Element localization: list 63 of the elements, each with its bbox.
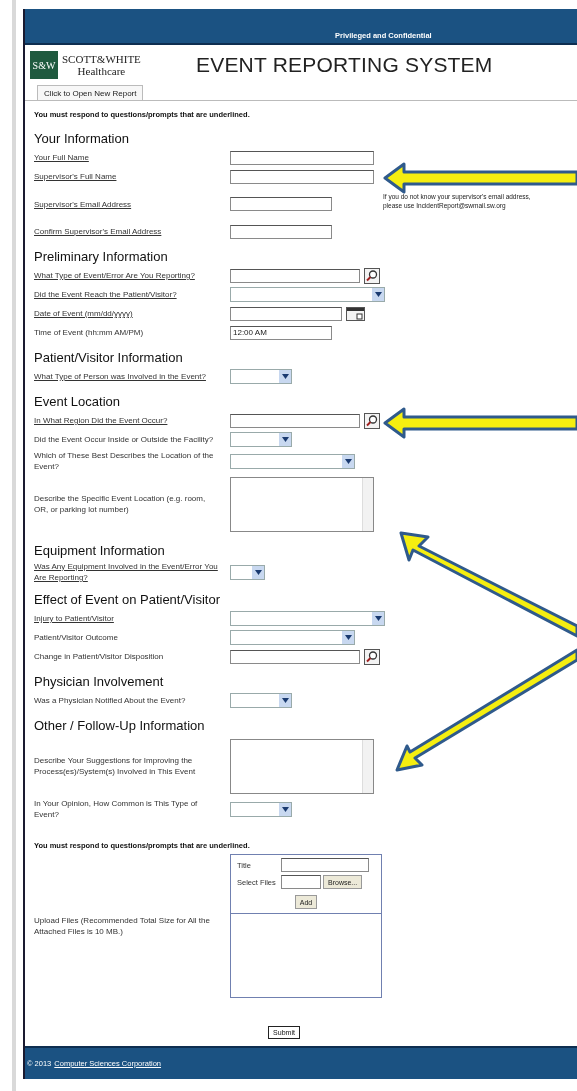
calendar-icon[interactable]: [346, 305, 365, 322]
section-heading: Equipment Information: [34, 543, 166, 558]
field-label: Describe Your Suggestions for Improving the Process(es)/System(s) Involved in This Event: [34, 755, 197, 778]
field-label: Upload Files (Recommended Total Size for All the Attached Files is 10 MB.): [34, 915, 211, 938]
input-field[interactable]: [230, 197, 332, 211]
field-label: Did the Event Occur Inside or Outside the Facility?: [34, 434, 215, 446]
date-field[interactable]: [230, 306, 342, 321]
field-label: Change in Patient/Visitor Disposition: [34, 651, 165, 663]
caret-icon: [279, 694, 291, 707]
field-label: Date of Event (mm/dd/yyyy): [34, 308, 134, 320]
input-field[interactable]: [230, 169, 374, 184]
section-heading: Event Location: [34, 394, 121, 409]
field-label: Confirm Supervisor's Email Address: [34, 226, 163, 238]
caret-icon: [279, 802, 291, 816]
field-label: Your Full Name: [34, 152, 90, 164]
field-label: Supervisor's Full Name: [34, 171, 118, 183]
input-field[interactable]: [230, 413, 360, 428]
field-label: Patient/Visitor Outcome: [34, 632, 119, 644]
search-icon[interactable]: [364, 412, 380, 429]
input-field[interactable]: [281, 858, 369, 872]
field-label: What Type of Person was Involved in the Event?: [34, 371, 207, 383]
page-title: EVENT REPORTING SYSTEM: [196, 53, 493, 77]
dropdown[interactable]: [230, 564, 265, 580]
field-label: In Your Opinion, How Common is This Type of Event?: [34, 798, 199, 821]
field-label: Describe the Specific Event Location (e.g. room, OR, or parking lot number): [34, 493, 207, 516]
field-label: Injury to Patient/Visitor: [34, 613, 115, 625]
section-heading: Other / Follow-Up Information: [34, 718, 206, 733]
field-label: Did the Event Reach the Patient/Visitor?: [34, 289, 178, 301]
section-heading: Your Information: [34, 131, 130, 146]
field-label: Supervisor's Email Address: [34, 198, 133, 211]
input-field[interactable]: [230, 224, 332, 239]
logo-subtitle: Healthcare: [77, 65, 126, 77]
caret-icon: [279, 370, 291, 383]
input-field[interactable]: [230, 150, 374, 165]
section-heading: Patient/Visitor Information: [34, 350, 184, 365]
input-field[interactable]: [281, 875, 321, 889]
field-label: Which of These Best Describes the Location of the Event?: [34, 450, 215, 473]
field-label: In What Region Did the Event Occur?: [34, 415, 169, 427]
input-field[interactable]: [230, 649, 360, 664]
text-area[interactable]: [230, 476, 374, 532]
caret-icon: [252, 565, 264, 579]
tab[interactable]: Click to Open New Report: [37, 85, 144, 100]
section-heading: Effect of Event on Patient/Visitor: [34, 592, 221, 607]
scrollbar[interactable]: [362, 739, 373, 793]
section-heading: Physician Involvement: [34, 674, 165, 689]
field-label: Was Any Equipment Involved in the Event/Error You Are Reporting?: [34, 561, 219, 584]
search-icon[interactable]: [364, 267, 380, 284]
field-label: Time of Event (hh:mm AM/PM): [34, 327, 145, 339]
caret-icon: [279, 433, 291, 446]
field-label: Was a Physician Notified About the Event?: [34, 695, 187, 707]
caret-icon: [372, 612, 384, 625]
field-label: What Type of Event/Error Are You Reporting?: [34, 270, 196, 282]
input-field[interactable]: [230, 268, 360, 283]
logo-mark: S&W: [30, 51, 58, 79]
scrollbar[interactable]: [362, 477, 373, 531]
caret-icon: [342, 631, 354, 644]
caret-icon: [372, 288, 384, 301]
text-area[interactable]: [230, 738, 374, 794]
search-icon[interactable]: [364, 648, 380, 665]
caret-icon: [342, 454, 354, 468]
logo-name: SCOTT&WHITE: [62, 53, 141, 65]
input-field[interactable]: 12:00 AM: [230, 325, 332, 340]
section-heading: Preliminary Information: [34, 249, 169, 264]
